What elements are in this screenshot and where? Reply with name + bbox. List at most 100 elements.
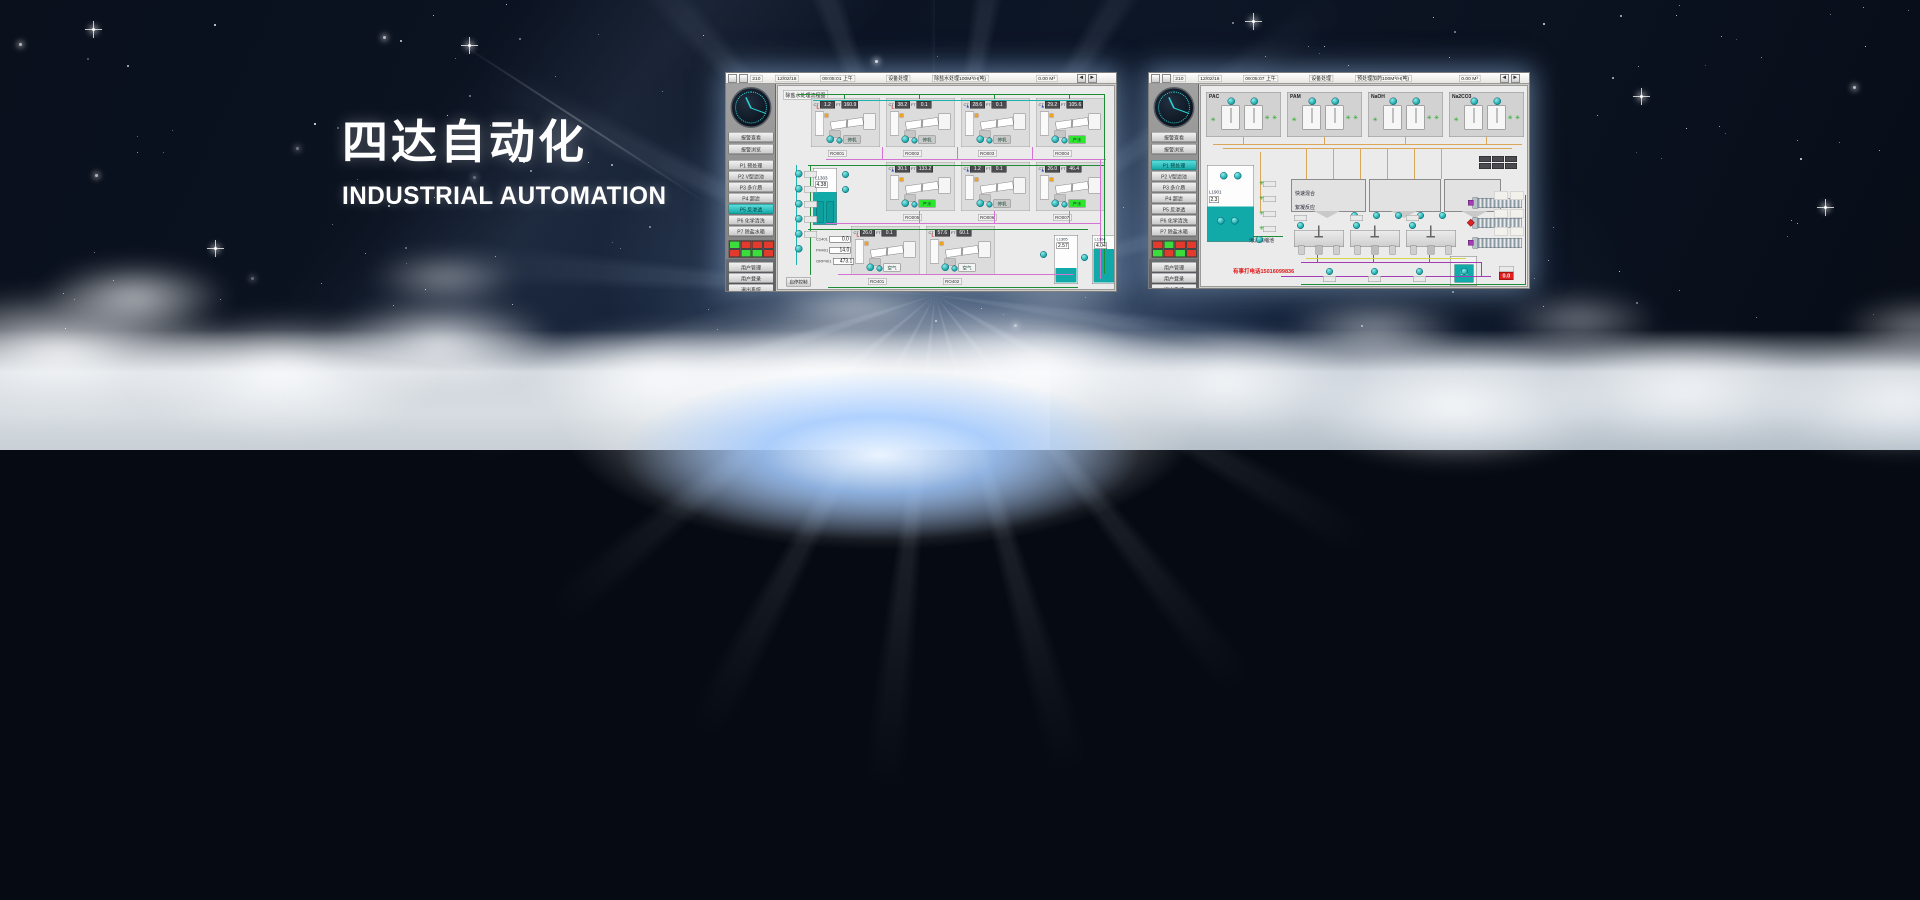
sidebar-nav-p1[interactable]: P1 预处理 [729, 160, 774, 170]
prev-page-button[interactable]: ◄ [1077, 74, 1086, 83]
indicator-box [1494, 209, 1508, 218]
sidebar-nav-p2[interactable]: P2 V型滤池 [1152, 171, 1197, 181]
pump-icon [977, 200, 985, 208]
sidebar-nav-p5[interactable]: P5 反渗透 [1152, 204, 1197, 214]
sidebar-button-user-login[interactable]: 用户登录 [729, 273, 774, 283]
sidebar-button-exit-system[interactable]: 退出系统 [1152, 284, 1197, 288]
prev-page-button[interactable]: ◄ [1500, 74, 1509, 83]
alarm-value-box: 0.0 [1499, 272, 1514, 280]
sludge-tank [1350, 230, 1400, 247]
clock-icon [1154, 87, 1195, 128]
next-page-button[interactable]: ► [1511, 74, 1520, 83]
pipe-segment [1405, 137, 1406, 145]
sidebar-button-user-login[interactable]: 用户登录 [1152, 273, 1197, 283]
pump-icon [1439, 212, 1446, 219]
cloud-puff [1285, 298, 1465, 362]
pipe-segment [828, 287, 1078, 288]
pump-icon [1256, 236, 1263, 243]
pump-icon [1081, 254, 1088, 261]
pump-icon [795, 185, 803, 193]
titlebar-field: 210 [750, 74, 763, 81]
star-icon [1865, 46, 1866, 47]
titlebar-total: 0.00 M³ [1036, 74, 1057, 81]
ro-tag: RO003 [978, 150, 996, 157]
pump-icon [942, 264, 950, 272]
star-icon [1756, 317, 1757, 318]
pump-icon [1062, 202, 1068, 208]
value-chip [1350, 215, 1363, 221]
sidebar-nav-p4[interactable]: P4 超滤 [1152, 193, 1197, 203]
pump-icon [987, 202, 993, 208]
alarm-status-grid [729, 240, 775, 258]
ro-unit: L CT38.2FT0.1 停机 [886, 98, 955, 147]
pipe-segment [826, 223, 1100, 224]
value-chip [1499, 266, 1514, 272]
start-stop-control-button[interactable]: 启停控制 [786, 277, 811, 287]
pump-icon [867, 264, 875, 272]
titlebar-button[interactable] [739, 74, 748, 83]
pump-icon [1052, 200, 1060, 208]
titlebar-button[interactable] [1151, 74, 1160, 83]
meter-value: 473.1 [833, 258, 854, 265]
pump-icon [902, 136, 910, 144]
value-chip [1479, 156, 1491, 162]
titlebar-button[interactable] [1162, 74, 1171, 83]
pump-icon [1409, 222, 1416, 229]
unit-state-badge: 停机 [844, 136, 861, 144]
pump-icon [1040, 251, 1047, 258]
pump-icon [1416, 268, 1423, 275]
sidebar-nav-p5-active[interactable]: P5 反渗透 [729, 204, 774, 214]
star-icon [19, 43, 22, 46]
next-page-button[interactable]: ► [1088, 74, 1097, 83]
sidebar-nav-p7[interactable]: P7 除盐水箱 [1152, 226, 1197, 236]
pipe-segment [1360, 149, 1361, 179]
basin [1369, 179, 1441, 212]
sidebar-button-alarm-browse[interactable]: 报警浏览 [1152, 144, 1197, 154]
pipe-segment [1213, 144, 1522, 145]
sidebar-button-alarm-browse[interactable]: 报警浏览 [729, 144, 774, 154]
pump-icon [1390, 98, 1398, 106]
pump-icon [912, 202, 918, 208]
titlebar-button[interactable] [728, 74, 737, 83]
pipe-segment [1301, 262, 1482, 263]
sidebar-button-exit-system[interactable]: 退出系统 [729, 284, 774, 291]
ro-unit: L CT57.6FT60.1 空气 [926, 226, 995, 275]
value-chip [1263, 196, 1276, 202]
pipe-segment [919, 211, 920, 224]
star-icon [1640, 95, 1643, 98]
pump-icon [795, 200, 803, 208]
valve-icon: ✳ [1434, 115, 1439, 121]
pipe-segment [813, 100, 1083, 101]
valve-icon: ✳ [1292, 117, 1297, 123]
brand-title-english: INDUSTRIAL AUTOMATION [342, 182, 667, 211]
sidebar-nav-p3[interactable]: P3 多介质 [729, 182, 774, 192]
pipe-segment [1100, 159, 1101, 279]
valve-icon [1468, 200, 1474, 206]
pipe-segment [1306, 258, 1466, 259]
sidebar-button-alarm-view[interactable]: 报警查看 [729, 132, 774, 142]
value-chip [1263, 181, 1276, 187]
sidebar-nav-p1-active[interactable]: P1 预处理 [1152, 160, 1197, 170]
value-chip [1479, 163, 1491, 169]
hmi-window-ro-system: 210 12/02/16 09:05:01 上午 设备处理 除盐水处理100M³… [725, 72, 1117, 292]
pump-icon [795, 245, 803, 253]
sidebar-nav-p3[interactable]: P3 多介质 [1152, 182, 1197, 192]
sidebar-button-user-admin[interactable]: 用户管理 [1152, 262, 1197, 272]
pipe-segment [1032, 147, 1033, 160]
sidebar-nav-p6[interactable]: P6 化学清洗 [1152, 215, 1197, 225]
sidebar-nav-p7[interactable]: P7 除盐水箱 [729, 226, 774, 236]
ro-unit: ▲ CT29.2FT105.6 产水 [1036, 98, 1105, 147]
ro-tag: RO002 [903, 150, 921, 157]
pump-icon [1231, 217, 1239, 225]
star-icon [1638, 66, 1639, 67]
sidebar-button-alarm-view[interactable]: 报警查看 [1152, 132, 1197, 142]
sidebar-button-user-admin[interactable]: 用户管理 [729, 262, 774, 272]
sidebar-nav-p6[interactable]: P6 化学清洗 [729, 215, 774, 225]
value-chip [1505, 163, 1517, 169]
cloud-puff [1500, 292, 1660, 348]
sidebar-nav-p4[interactable]: P4 超滤 [729, 193, 774, 203]
sidebar-nav-p2[interactable]: P2 V型滤池 [729, 171, 774, 181]
pipe-segment [1281, 276, 1491, 277]
pump-icon [1332, 98, 1340, 106]
valve-icon: ✳ [1427, 115, 1432, 121]
